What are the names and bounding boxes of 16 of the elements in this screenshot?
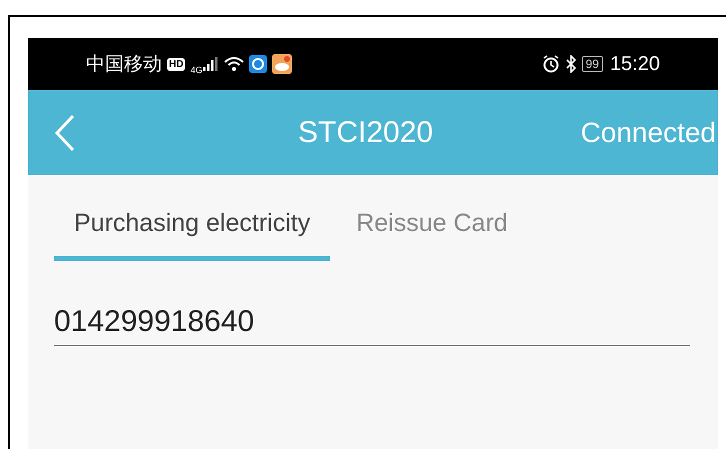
- hd-badge: HD: [167, 58, 186, 70]
- battery-indicator: 99: [582, 56, 603, 72]
- connection-status: Connected: [580, 116, 716, 148]
- browser-app-icon: [249, 55, 268, 73]
- signal-icon: [203, 57, 220, 71]
- app-title: STCI2020: [298, 116, 434, 150]
- meter-number-field[interactable]: 014299918640: [54, 305, 690, 346]
- alarm-icon: [542, 55, 560, 73]
- back-button[interactable]: [54, 114, 76, 152]
- carrier-name: 中国移动: [86, 53, 162, 77]
- tab[interactable]: Purchasing electricity: [54, 205, 330, 261]
- bluetooth-icon: [564, 55, 577, 73]
- clock-time: 15:20: [610, 52, 660, 76]
- wifi-icon: [224, 56, 244, 72]
- network-type: 4G: [190, 65, 202, 75]
- app-icon: [272, 54, 292, 74]
